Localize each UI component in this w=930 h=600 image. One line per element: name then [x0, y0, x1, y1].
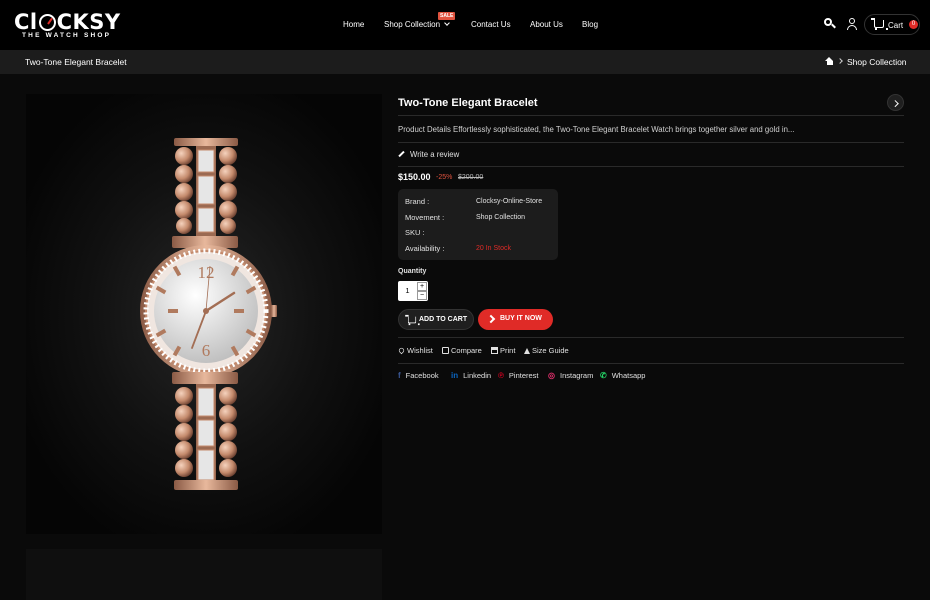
breadcrumb-link-shop-collection[interactable]: Shop Collection — [847, 57, 907, 67]
nav-about-us[interactable]: About Us — [530, 20, 563, 29]
product-price: $150.00 — [398, 172, 431, 182]
wishlist-link[interactable]: Wishlist — [397, 346, 433, 355]
chevron-right-icon — [837, 58, 843, 64]
share-whatsapp[interactable]: ✆ Whatsapp — [600, 371, 645, 380]
divider — [398, 115, 904, 116]
chevron-down-icon — [444, 20, 450, 26]
size-guide-link[interactable]: Size Guide — [524, 346, 569, 355]
product-image-thumbnail[interactable] — [26, 549, 382, 600]
divider — [398, 363, 904, 364]
ruler-icon — [524, 348, 530, 354]
buy-now-label: BUY IT NOW — [500, 315, 542, 322]
nav-home[interactable]: Home — [343, 20, 364, 29]
linkedin-icon: in — [451, 371, 459, 380]
search-icon[interactable] — [823, 17, 837, 31]
site-header: Cl CKSY THE WATCH SHOP Home Shop Collecti… — [0, 0, 930, 50]
cart-button[interactable]: Cart 0 — [864, 14, 920, 35]
share-pinterest[interactable]: ℗ Pinterest — [498, 371, 539, 380]
watch-illustration: 12 6 — [140, 138, 277, 490]
spec-value-brand: Clocksy-Online-Store — [476, 198, 543, 205]
breadcrumb-page-title: Two-Tone Elegant Bracelet — [25, 57, 127, 67]
spec-value-availability: 20 In Stock — [476, 245, 512, 252]
divider — [398, 337, 904, 338]
next-product-button[interactable] — [887, 94, 904, 111]
product-title: Two-Tone Elegant Bracelet — [398, 97, 538, 109]
arrow-forward-icon — [486, 314, 496, 324]
divider — [398, 166, 904, 167]
compare-link[interactable]: Compare — [442, 346, 482, 355]
add-to-cart-button[interactable]: ADD TO CART — [398, 309, 474, 330]
sale-badge: SALE — [438, 12, 456, 20]
quantity-increase-button[interactable]: + — [417, 282, 427, 291]
product-image[interactable]: 12 6 — [26, 94, 382, 534]
print-link[interactable]: Print — [491, 346, 515, 355]
heart-icon — [397, 346, 406, 355]
cart-label: Cart — [888, 21, 904, 30]
discount-badge: -25% — [436, 174, 453, 181]
quantity-label: Quantity — [398, 268, 427, 275]
buy-now-button[interactable]: BUY IT NOW — [478, 309, 553, 330]
printer-icon — [491, 347, 498, 354]
cart-count-badge: 0 — [909, 20, 918, 29]
spec-value-movement: Shop Collection — [476, 214, 526, 221]
user-icon[interactable] — [845, 17, 859, 31]
spec-label-movement: Movement : — [405, 213, 445, 222]
home-icon[interactable] — [825, 57, 834, 66]
watch-numeral-12: 12 — [198, 263, 215, 282]
quantity-stepper: 1 + − — [398, 281, 428, 301]
nav-shop-collection[interactable]: Shop Collection — [384, 20, 450, 29]
compare-icon — [442, 347, 449, 354]
whatsapp-icon: ✆ — [600, 371, 607, 380]
share-linkedin[interactable]: in Linkedin — [451, 371, 491, 380]
spec-label-availability: Availability : — [405, 244, 445, 253]
pencil-icon — [398, 150, 405, 158]
watch-numeral-6: 6 — [202, 341, 211, 360]
product-description: Product Details Effortlessly sophisticat… — [398, 125, 795, 134]
add-to-cart-label: ADD TO CART — [419, 316, 468, 323]
logo-wordmark: Cl CKSY — [14, 10, 121, 34]
instagram-icon: ◎ — [548, 371, 555, 380]
quantity-decrease-button[interactable]: − — [417, 291, 427, 300]
nav-blog[interactable]: Blog — [582, 20, 598, 29]
breadcrumb: Two-Tone Elegant Bracelet Shop Collectio… — [0, 50, 930, 74]
write-review-link[interactable]: Write a review — [398, 150, 459, 159]
nav-contact-us[interactable]: Contact Us — [471, 20, 511, 29]
pinterest-icon: ℗ — [498, 371, 504, 380]
logo-tagline: THE WATCH SHOP — [22, 32, 112, 39]
site-logo[interactable]: Cl CKSY THE WATCH SHOP — [14, 10, 124, 40]
divider — [398, 142, 904, 143]
share-facebook[interactable]: f Facebook — [398, 371, 439, 380]
product-specs: Brand : Clocksy-Online-Store Movement : … — [398, 189, 558, 260]
compare-at-price: $200.00 — [458, 174, 484, 181]
facebook-icon: f — [398, 371, 401, 380]
cart-icon — [871, 18, 888, 30]
spec-label-brand: Brand : — [405, 197, 430, 206]
spec-label-sku: SKU : — [405, 228, 425, 237]
share-instagram[interactable]: ◎ Instagram — [548, 371, 593, 380]
cart-icon — [405, 314, 420, 326]
quantity-input[interactable]: 1 — [398, 286, 417, 295]
clock-icon — [38, 14, 56, 31]
